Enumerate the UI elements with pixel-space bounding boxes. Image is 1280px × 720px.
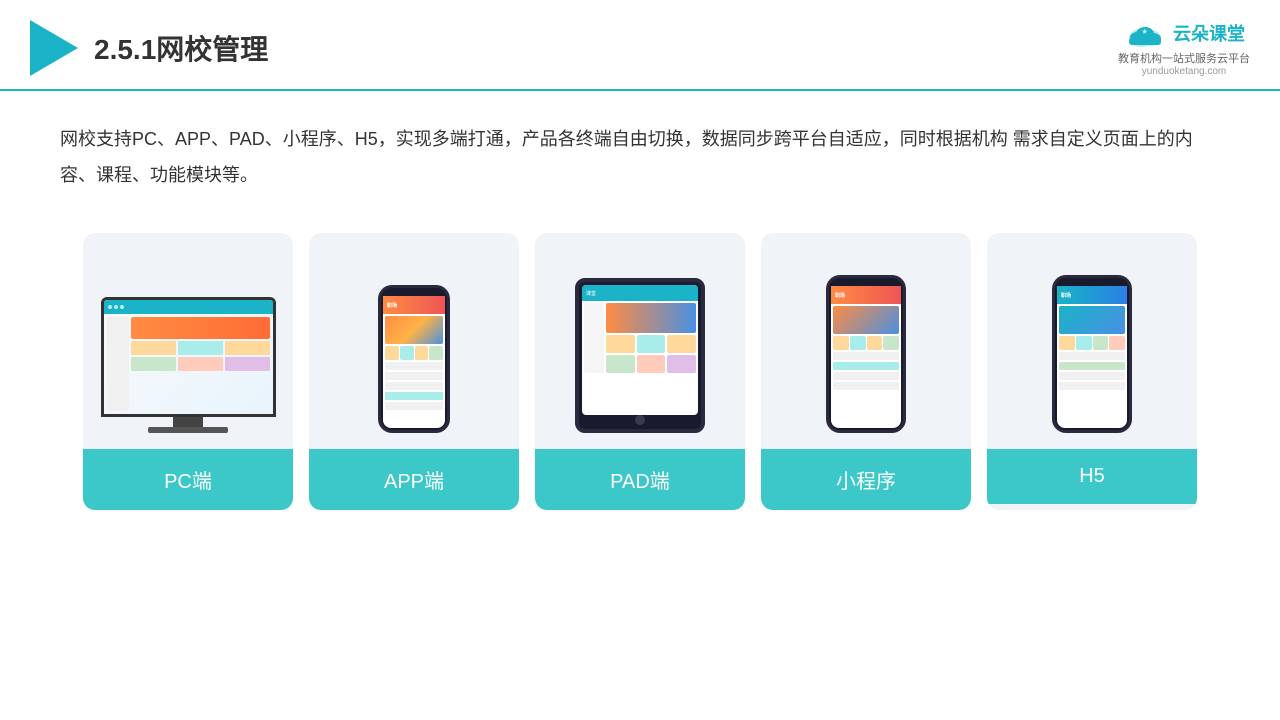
pc-label: PC端 [83, 449, 293, 510]
device-card-pc: PC端 [83, 233, 293, 510]
main-content: 网校支持PC、APP、PAD、小程序、H5，实现多端打通，产品各终端自由切换，数… [0, 91, 1280, 530]
h5-phone-mockup: 职场 [1052, 275, 1132, 433]
tablet-mockup: 课堂 [575, 278, 705, 433]
phone-notch [400, 288, 428, 296]
miniprogram-screen: 职场 [831, 286, 901, 428]
device-card-app: 职场 [309, 233, 519, 510]
app-phone-mockup: 职场 [378, 285, 450, 433]
h5-label: H5 [987, 449, 1197, 504]
device-card-h5: 职场 [987, 233, 1197, 510]
devices-row: PC端 职场 [60, 233, 1220, 510]
cloud-icon [1123, 18, 1167, 48]
tablet-screen: 课堂 [582, 285, 698, 415]
description-text: 网校支持PC、APP、PAD、小程序、H5，实现多端打通，产品各终端自由切换，数… [60, 121, 1220, 193]
phone-screen: 职场 [383, 296, 445, 428]
pad-image-area: 课堂 [575, 253, 705, 433]
logo-triangle-icon [30, 20, 78, 76]
phone-notch-3 [1078, 278, 1106, 286]
pc-image-area [101, 253, 276, 433]
miniprogram-phone-mockup: 职场 [826, 275, 906, 433]
pc-screen [104, 300, 273, 414]
miniprogram-label: 小程序 [761, 449, 971, 510]
pc-monitor [101, 297, 276, 417]
header: 2.5.1网校管理 云朵课堂 教育机构一站式服务云平台 yunduoketang… [0, 0, 1280, 91]
device-card-pad: 课堂 [535, 233, 745, 510]
brand-url: yunduoketang.com [1142, 66, 1227, 77]
miniprogram-image-area: 职场 [826, 253, 906, 433]
header-left: 2.5.1网校管理 [30, 20, 268, 76]
h5-screen: 职场 [1057, 286, 1127, 428]
brand-logo: 云朵课堂 [1123, 18, 1245, 48]
header-right: 云朵课堂 教育机构一站式服务云平台 yunduoketang.com [1118, 18, 1250, 77]
pc-mockup [101, 297, 276, 433]
app-label: APP端 [309, 449, 519, 510]
tablet-home-btn [635, 415, 645, 425]
h5-image-area: 职场 [1052, 253, 1132, 433]
page-title: 2.5.1网校管理 [94, 28, 268, 68]
app-image-area: 职场 [378, 253, 450, 433]
pad-label: PAD端 [535, 449, 745, 510]
brand-name: 云朵课堂 [1173, 20, 1245, 46]
device-card-miniprogram: 职场 [761, 233, 971, 510]
phone-notch-2 [852, 278, 880, 286]
brand-tagline: 教育机构一站式服务云平台 [1118, 50, 1250, 66]
